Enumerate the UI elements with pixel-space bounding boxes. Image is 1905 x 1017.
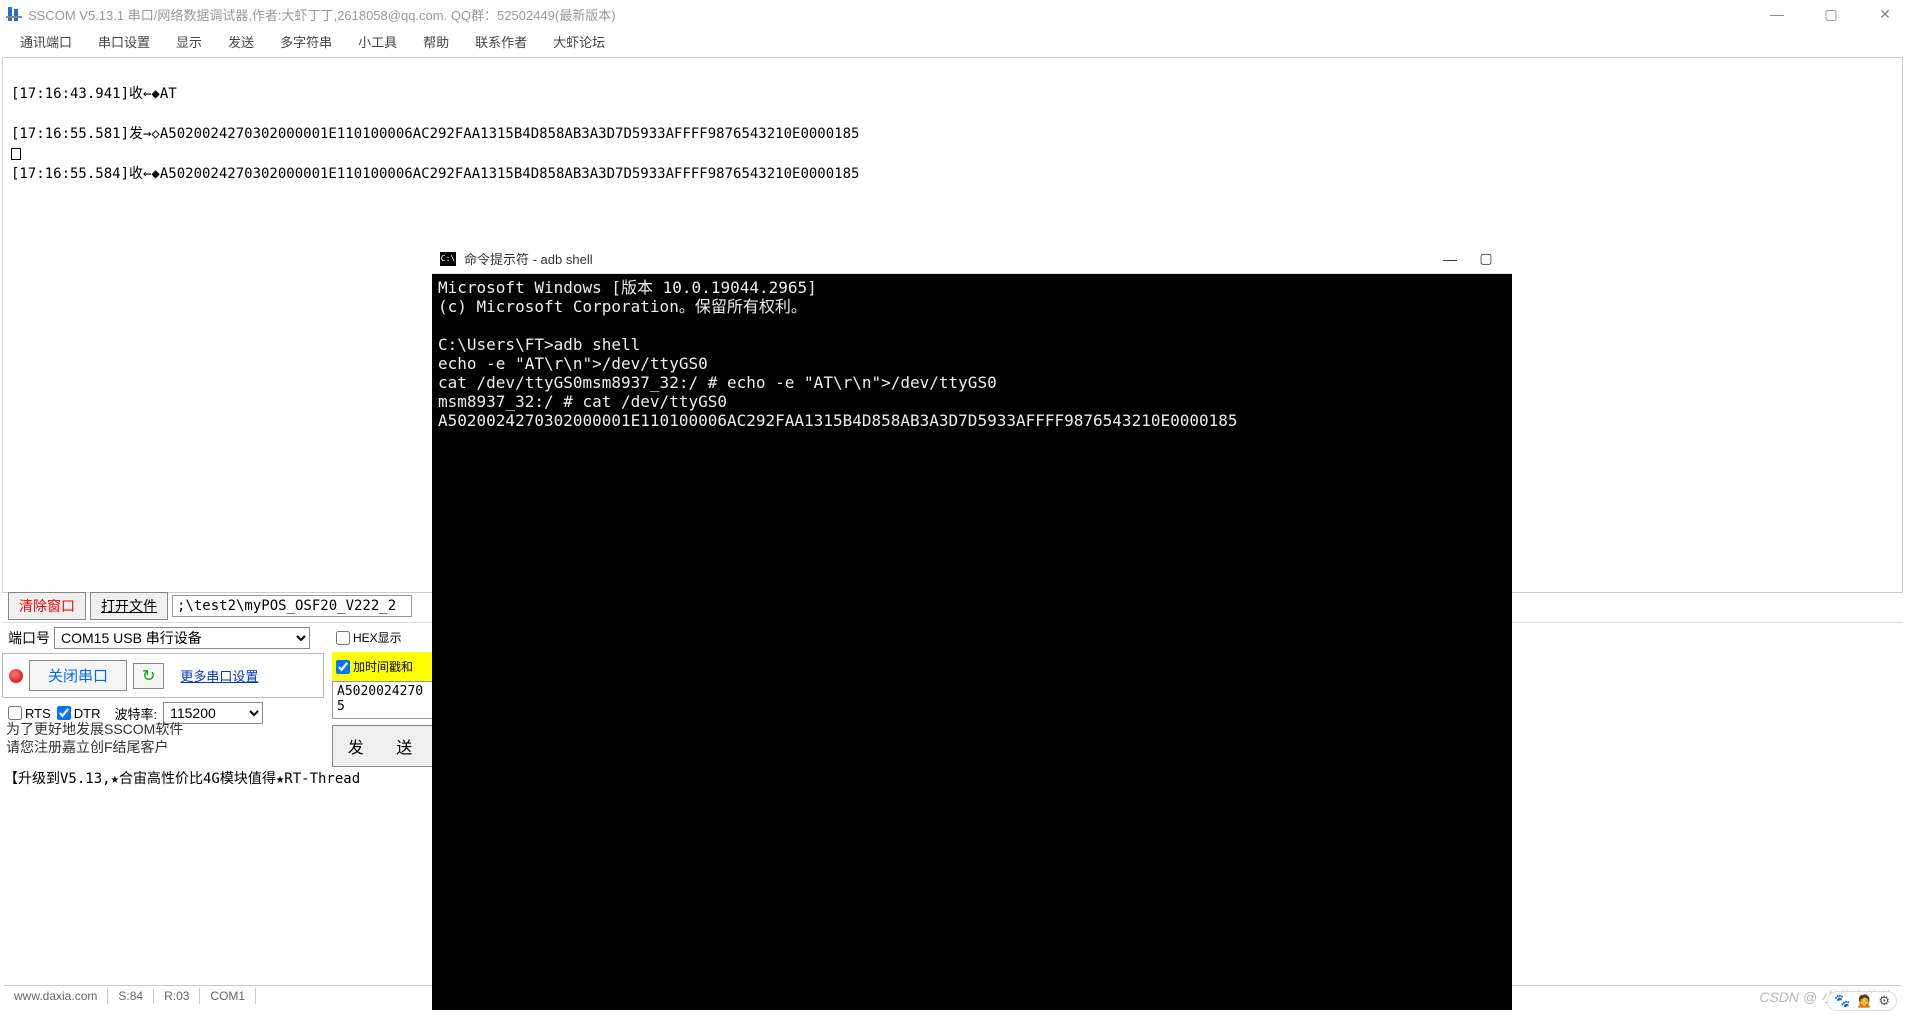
status-sent: S:84 <box>108 988 154 1004</box>
cmd-line: A5020024270302000001E110100006AC292FAA13… <box>438 411 1238 430</box>
menu-forum[interactable]: 大虾论坛 <box>543 30 615 53</box>
file-path-input[interactable] <box>172 595 412 617</box>
cmd-window: C:\ 命令提示符 - adb shell ― ▢ Microsoft Wind… <box>432 244 1512 1010</box>
status-port: COM1 <box>200 988 256 1004</box>
more-settings-link[interactable]: 更多串口设置 <box>180 666 258 685</box>
paw-icon: 🐾 <box>1834 993 1850 1009</box>
cmd-line: echo -e "AT\r\n">/dev/ttyGS0 <box>438 354 708 373</box>
hex-display-checkbox[interactable]: HEX显示 <box>336 629 402 646</box>
menu-send[interactable]: 发送 <box>218 30 264 53</box>
promo-text: 为了更好地发展SSCOM软件 请您注册嘉立创F结尾客户 <box>6 720 183 756</box>
minimize-button[interactable]: ― <box>1763 6 1791 23</box>
log-box-glyph <box>11 148 21 160</box>
record-indicator-icon <box>9 669 23 683</box>
titlebar: SSCOM V5.13.1 串口/网络数据调试器,作者:大虾丁丁,2618058… <box>0 0 1905 28</box>
menu-multistring[interactable]: 多字符串 <box>270 30 342 53</box>
cmd-line: Microsoft Windows [版本 10.0.19044.2965] <box>438 278 817 297</box>
menu-display[interactable]: 显示 <box>166 30 212 53</box>
open-file-button[interactable]: 打开文件 <box>90 592 168 620</box>
menu-contact[interactable]: 联系作者 <box>465 30 537 53</box>
person-icon: 🙍 <box>1856 993 1872 1009</box>
log-line: [17:16:55.584]收←◆A5020024270302000001E11… <box>11 166 859 182</box>
menu-tools[interactable]: 小工具 <box>348 30 407 53</box>
maximize-button[interactable]: ▢ <box>1817 6 1845 23</box>
tray-icons: 🐾 🙍 ⚙ <box>1827 991 1897 1011</box>
cmd-line: cat /dev/ttyGS0msm8937_32:/ # echo -e "A… <box>438 373 997 392</box>
promo-upgrade: 【升级到V5.13,★合宙高性价比4G模块值得★RT-Thread <box>4 768 360 788</box>
cmd-maximize-button[interactable]: ▢ <box>1468 250 1504 267</box>
port-select[interactable]: COM15 USB 串行设备 <box>54 627 310 649</box>
send-button[interactable]: 发 送 <box>332 725 442 767</box>
menu-help[interactable]: 帮助 <box>413 30 459 53</box>
port-label: 端口号 <box>8 628 50 648</box>
cmd-title: 命令提示符 - adb shell <box>464 249 593 268</box>
clear-window-button[interactable]: 清除窗口 <box>8 592 86 620</box>
gear-icon: ⚙ <box>1878 993 1890 1009</box>
reload-button[interactable]: ↻ <box>133 663 164 689</box>
cmd-titlebar[interactable]: C:\ 命令提示符 - adb shell ― ▢ <box>432 244 1512 274</box>
menu-comport[interactable]: 通讯端口 <box>10 30 82 53</box>
rts-checkbox[interactable]: RTS <box>8 706 51 721</box>
timestamp-checkbox[interactable]: 加时间戳和 <box>336 658 413 675</box>
log-line: [17:16:55.581]发→◇A5020024270302000001E11… <box>11 126 859 142</box>
close-button[interactable]: ✕ <box>1871 6 1899 23</box>
cmd-line: C:\Users\FT>adb shell <box>438 335 640 354</box>
log-line: [17:16:43.941]收←◆AT <box>11 86 177 102</box>
status-url: www.daxia.com <box>4 988 108 1004</box>
status-recv: R:03 <box>154 988 200 1004</box>
menu-serial-settings[interactable]: 串口设置 <box>88 30 160 53</box>
cmd-icon: C:\ <box>440 252 456 266</box>
send-data-box[interactable]: A5020024270 5 <box>332 681 442 719</box>
close-port-button[interactable]: 关闭串口 <box>29 660 127 691</box>
menubar: 通讯端口 串口设置 显示 发送 多字符串 小工具 帮助 联系作者 大虾论坛 <box>0 28 1905 57</box>
cmd-body[interactable]: Microsoft Windows [版本 10.0.19044.2965] (… <box>432 274 1512 1010</box>
app-icon <box>6 6 22 22</box>
right-column: HEX显示 加时间戳和 A5020024270 5 发 送 <box>332 622 442 767</box>
dtr-checkbox[interactable]: DTR <box>57 706 101 721</box>
cmd-line: (c) Microsoft Corporation。保留所有权利。 <box>438 297 807 316</box>
cmd-line: msm8937_32:/ # cat /dev/ttyGS0 <box>438 392 727 411</box>
cmd-minimize-button[interactable]: ― <box>1432 251 1468 267</box>
window-title: SSCOM V5.13.1 串口/网络数据调试器,作者:大虾丁丁,2618058… <box>28 5 616 24</box>
